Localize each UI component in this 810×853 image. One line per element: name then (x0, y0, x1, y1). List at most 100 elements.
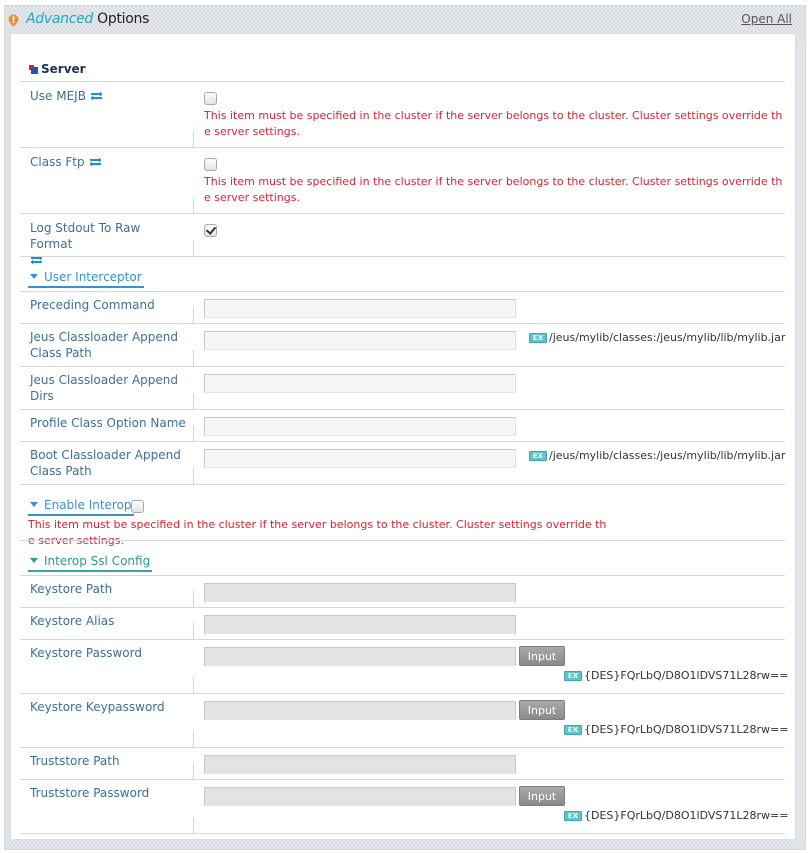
column-divider (193, 240, 194, 256)
refresh-icon (89, 157, 102, 167)
panel-header: Advanced Options Open All (4, 9, 796, 31)
ex-badge-icon: EX (529, 451, 547, 461)
field-label-use-mejb: Use MEJB (30, 88, 190, 104)
alert-pin-icon (8, 14, 19, 27)
divider (20, 639, 785, 640)
label-text: Log Stdout To Raw Format (30, 221, 141, 251)
profile-class-option-input[interactable] (204, 417, 516, 436)
divider (20, 441, 785, 442)
boot-classloader-class-path-input[interactable] (204, 449, 516, 468)
use-mejb-checkbox[interactable] (204, 92, 217, 105)
divider (20, 213, 785, 214)
refresh-icon (90, 91, 103, 101)
label-text: Class Ftp (30, 155, 85, 169)
field-label-boot-classloader-class-path: Boot Classloader Append Class Path (30, 448, 181, 478)
column-divider (193, 677, 194, 693)
keystore-alias-input[interactable] (204, 615, 516, 634)
ex-badge-icon: EX (529, 333, 547, 343)
group-title-label: Enable Interop (44, 498, 132, 512)
server-icon (29, 65, 38, 74)
example-text: {DES}FQrLbQ/D8O1lDVS71L28rw== (584, 669, 789, 682)
keystore-keypassword-input-button[interactable]: Input (519, 700, 565, 720)
truststore-path-input[interactable] (204, 755, 516, 774)
divider (20, 779, 785, 780)
field-label-keystore-keypassword: Keystore Keypassword (30, 700, 165, 714)
jeus-classloader-dirs-input[interactable] (204, 374, 516, 393)
keystore-keypassword-input[interactable] (204, 701, 516, 720)
divider (20, 607, 785, 608)
example-hint: EX {DES}FQrLbQ/D8O1lDVS71L28rw== (564, 669, 788, 682)
example-text: /jeus/mylib/classes:/jeus/mylib/lib/myli… (549, 331, 786, 344)
keystore-path-input[interactable] (204, 583, 516, 602)
example-text: /jeus/mylib/classes:/jeus/mylib/lib/myli… (549, 449, 786, 462)
preceding-command-input[interactable] (204, 299, 516, 318)
keystore-password-input[interactable] (204, 647, 516, 666)
triangle-down-icon (30, 274, 38, 279)
field-label-truststore-path: Truststore Path (30, 754, 120, 768)
jeus-classloader-class-path-input[interactable] (204, 331, 516, 350)
field-label-jeus-classloader-class-path: Jeus Classloader Append Class Path (30, 330, 178, 360)
column-divider (193, 307, 194, 323)
divider (20, 147, 785, 148)
divider (20, 366, 785, 367)
cluster-warning: This item must be specified in the clust… (204, 175, 783, 204)
options-content: Server Use MEJB This item must be specif… (10, 33, 796, 840)
divider (20, 256, 785, 257)
field-label-jeus-classloader-dirs: Jeus Classloader Append Dirs (30, 373, 178, 403)
divider (20, 540, 785, 541)
column-divider (193, 623, 194, 639)
open-all-link[interactable]: Open All (741, 12, 792, 26)
truststore-password-input-button[interactable]: Input (519, 786, 565, 806)
triangle-down-icon (30, 502, 38, 507)
group-toggle-interop-ssl-config[interactable]: Interop Ssl Config (28, 554, 153, 572)
divider (20, 323, 785, 324)
panel-title-rest: Options (97, 11, 150, 27)
field-label-keystore-path: Keystore Path (30, 582, 113, 596)
group-title-label: User Interceptor (44, 270, 142, 284)
example-hint: EX {DES}FQrLbQ/D8O1lDVS71L28rw== (564, 723, 788, 736)
column-divider (193, 468, 194, 484)
log-stdout-raw-checkbox[interactable] (204, 224, 217, 237)
field-label-keystore-password: Keystore Password (30, 646, 142, 660)
field-label-truststore-password: Truststore Password (30, 786, 150, 800)
field-label-log-stdout: Log Stdout To Raw Format (30, 220, 185, 268)
truststore-password-input[interactable] (204, 787, 516, 806)
class-ftp-checkbox[interactable] (204, 158, 217, 171)
section-title-server: Server (29, 62, 86, 76)
divider (20, 291, 785, 292)
example-hint: EX/jeus/mylib/classes:/jeus/mylib/lib/my… (529, 449, 785, 462)
group-title-label: Interop Ssl Config (44, 554, 151, 568)
scrollbar[interactable] (797, 42, 805, 842)
cluster-warning: This item must be specified in the clust… (28, 518, 607, 547)
field-label-profile-class-option: Profile Class Option Name (30, 416, 186, 430)
column-divider (193, 591, 194, 607)
column-divider (193, 763, 194, 779)
cluster-warning: This item must be specified in the clust… (204, 109, 783, 138)
column-divider (193, 393, 194, 409)
divider (20, 409, 785, 410)
divider (20, 833, 785, 834)
column-divider (193, 350, 194, 366)
divider (20, 693, 785, 694)
label-text: Use MEJB (30, 89, 86, 103)
panel-title-accent: Advanced (26, 11, 93, 27)
divider (20, 81, 785, 82)
panel-title: Advanced Options (26, 11, 149, 27)
column-divider (193, 131, 194, 147)
group-toggle-enable-interop[interactable]: Enable Interop (28, 498, 134, 516)
example-text: {DES}FQrLbQ/D8O1lDVS71L28rw== (584, 723, 789, 736)
example-hint: EX/jeus/mylib/classes:/jeus/mylib/lib/my… (529, 331, 785, 344)
field-label-keystore-alias: Keystore Alias (30, 614, 115, 628)
column-divider (193, 197, 194, 213)
divider (20, 484, 785, 485)
triangle-down-icon (30, 558, 38, 563)
enable-interop-checkbox[interactable] (131, 500, 144, 513)
ex-badge-icon: EX (564, 671, 582, 681)
group-toggle-user-interceptor[interactable]: User Interceptor (28, 270, 144, 288)
field-label-preceding-command: Preceding Command (30, 298, 155, 312)
section-title-label: Server (41, 62, 86, 76)
field-label-class-ftp: Class Ftp (30, 154, 190, 170)
keystore-password-input-button[interactable]: Input (519, 646, 565, 666)
ex-badge-icon: EX (564, 811, 582, 821)
divider (20, 575, 785, 576)
